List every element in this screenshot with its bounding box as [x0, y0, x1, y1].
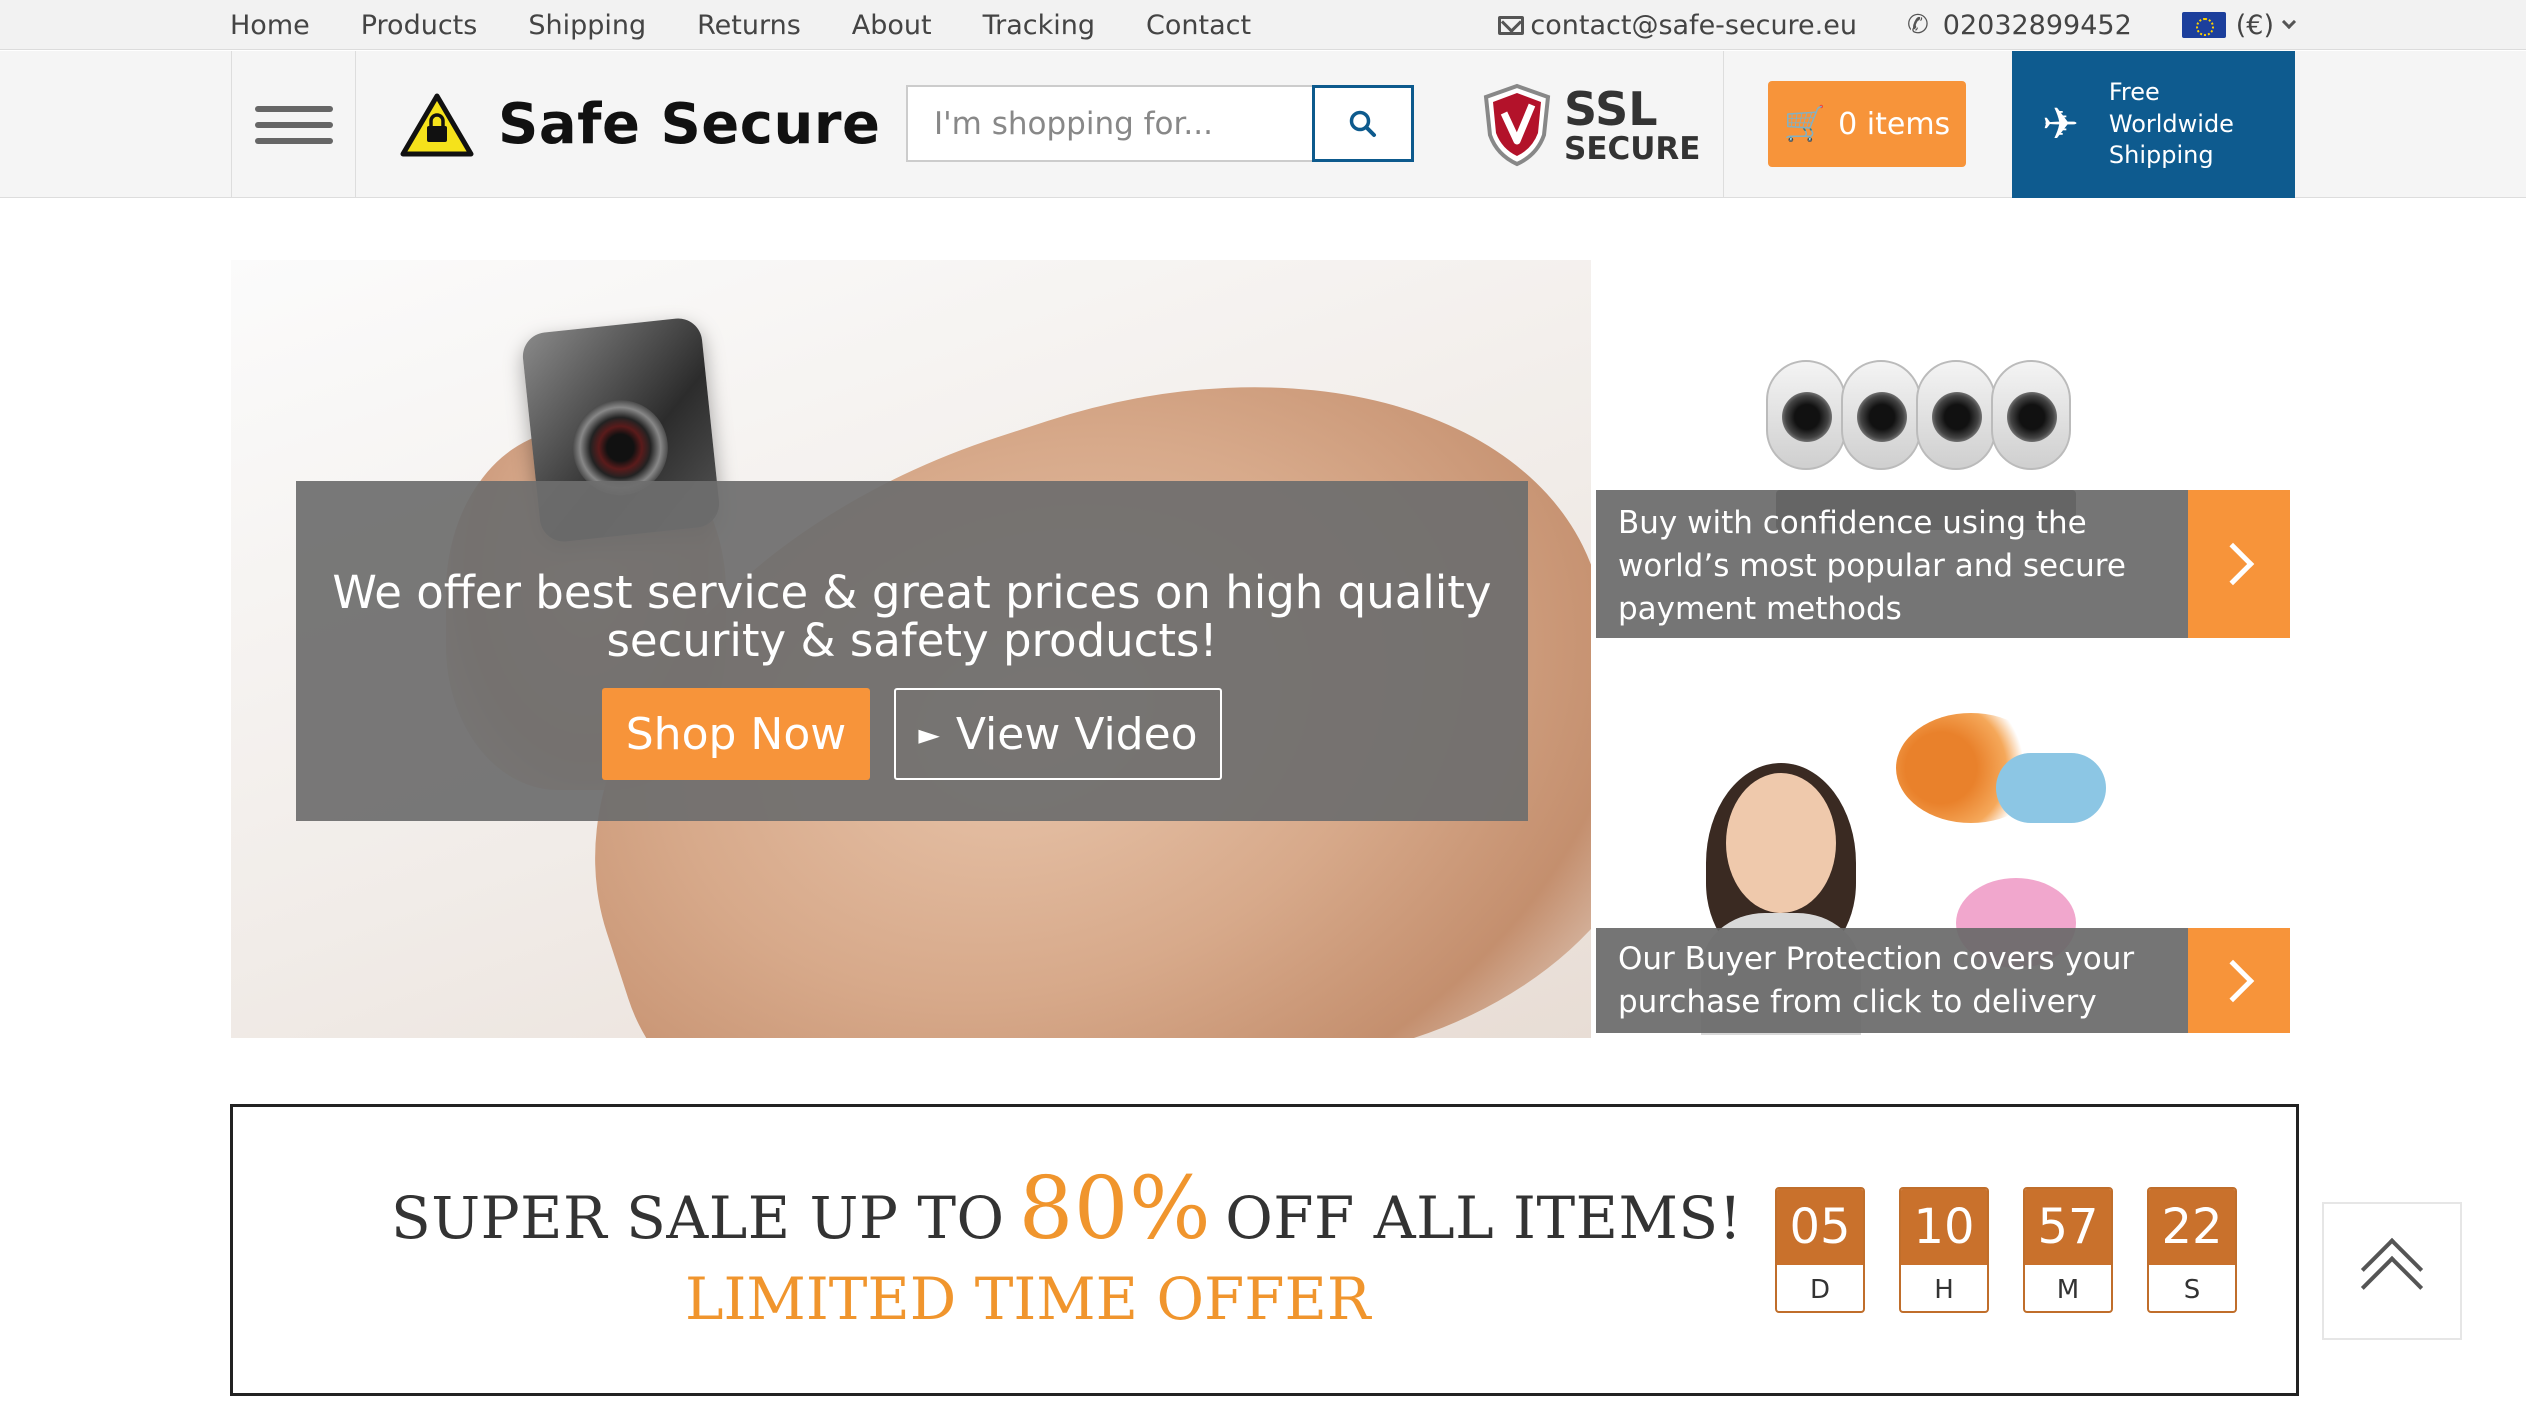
- camera-unit: [1916, 360, 1996, 470]
- shipping-line-2: Worldwide: [2108, 109, 2234, 138]
- sale-percent: 80%: [1018, 1159, 1212, 1259]
- countdown-timer: 05 D 10 H 57 M 22 S: [1775, 1187, 2237, 1313]
- side-arrow-button[interactable]: [2188, 490, 2290, 638]
- back-to-top-button[interactable]: [2322, 1202, 2462, 1340]
- camera-unit: [1841, 360, 1921, 470]
- side-caption: Our Buyer Protection covers your purchas…: [1596, 928, 2290, 1033]
- nav-about[interactable]: About: [852, 10, 932, 41]
- free-shipping-badge: ✈ Free Worldwide Shipping: [2012, 51, 2295, 198]
- ssl-big: SSL: [1564, 81, 1658, 136]
- hero-overlay: We offer best service & great prices on …: [296, 481, 1528, 821]
- header-divider: [1723, 51, 1724, 198]
- countdown-value: 05: [1777, 1189, 1863, 1265]
- side-caption-text: Our Buyer Protection covers your purchas…: [1618, 941, 2135, 1020]
- warning-lock-icon: [400, 93, 474, 156]
- nav-shipping[interactable]: Shipping: [528, 10, 646, 41]
- countdown-value: 57: [2025, 1189, 2111, 1265]
- shipping-line-3: Shipping: [2108, 141, 2214, 170]
- side-caption: Buy with confidence using the world’s mo…: [1596, 490, 2290, 638]
- back-to-top-icon: [2360, 1237, 2424, 1319]
- sale-headline: SUPER SALE UP TO 80% OFF ALL ITEMS!: [391, 1159, 1742, 1259]
- ssl-shield-icon: [1483, 83, 1551, 167]
- camera-lens: [1932, 392, 1982, 442]
- sale-prefix: SUPER SALE UP TO: [391, 1184, 1005, 1252]
- top-bar: Home Products Shipping Returns About Tra…: [0, 0, 2526, 50]
- hamburger-menu-button[interactable]: [231, 51, 356, 198]
- camera-unit: [1766, 360, 1846, 470]
- side-panel-payment[interactable]: Buy with confidence using the world’s mo…: [1596, 260, 2290, 638]
- countdown-label: M: [2056, 1275, 2080, 1305]
- hero-banner: We offer best service & great prices on …: [231, 260, 1591, 1038]
- countdown-value: 22: [2149, 1189, 2235, 1265]
- cart-label: 0 items: [1838, 106, 1951, 142]
- hero-buttons: Shop Now ► View Video: [296, 688, 1528, 780]
- phone-link[interactable]: ✆ 02032899452: [1907, 10, 2132, 41]
- cart-icon: 🛒: [1783, 104, 1827, 144]
- side-caption-text: Buy with confidence using the world’s mo…: [1618, 505, 2126, 627]
- nav-contact[interactable]: Contact: [1146, 10, 1251, 41]
- search-input[interactable]: [906, 85, 1312, 162]
- side-arrow-button[interactable]: [2188, 928, 2290, 1033]
- shipping-line-1: Free: [2108, 77, 2160, 106]
- chevron-down-icon: [2281, 14, 2297, 30]
- ssl-small: SECURE: [1564, 130, 1701, 167]
- top-contact: contact@safe-secure.eu ✆ 02032899452 (€): [1498, 0, 2297, 50]
- main-header: Safe Secure SSL SECURE 🛒 0 items ✈ Free …: [0, 51, 2526, 198]
- camera-unit: [1991, 360, 2071, 470]
- ssl-badge: SSL SECURE: [1482, 79, 1700, 171]
- countdown-label: H: [1934, 1275, 1954, 1305]
- alarm-keychain-image: [1996, 753, 2106, 823]
- ssl-text: SSL SECURE: [1564, 86, 1700, 165]
- sale-suffix: OFF ALL ITEMS!: [1225, 1184, 1743, 1252]
- nav-returns[interactable]: Returns: [697, 10, 801, 41]
- camera-lens: [1857, 392, 1907, 442]
- countdown-seconds: 22 S: [2147, 1187, 2237, 1313]
- camera-lens: [1782, 392, 1832, 442]
- nav-tracking[interactable]: Tracking: [983, 10, 1095, 41]
- site-logo[interactable]: Safe Secure: [400, 51, 880, 198]
- top-nav: Home Products Shipping Returns About Tra…: [230, 0, 1302, 50]
- logo-text: Safe Secure: [498, 92, 881, 157]
- sale-subline: LIMITED TIME OFFER: [685, 1265, 1371, 1333]
- countdown-days: 05 D: [1775, 1187, 1865, 1313]
- phone-icon: ✆: [1906, 10, 1929, 40]
- countdown-label: S: [2183, 1275, 2201, 1305]
- shop-now-button[interactable]: Shop Now: [602, 688, 870, 780]
- email-text: contact@safe-secure.eu: [1530, 9, 1857, 41]
- hero-message: We offer best service & great prices on …: [332, 566, 1492, 668]
- countdown-hours: 10 H: [1899, 1187, 1989, 1313]
- currency-selector[interactable]: (€): [2181, 9, 2297, 41]
- phone-text: 02032899452: [1942, 9, 2132, 41]
- shipping-text: Free Worldwide Shipping: [2109, 77, 2234, 173]
- woman-head: [1726, 773, 1836, 913]
- nav-products[interactable]: Products: [361, 10, 478, 41]
- cart-button[interactable]: 🛒 0 items: [1768, 81, 1966, 167]
- side-panel-protection[interactable]: Our Buyer Protection covers your purchas…: [1596, 643, 2290, 1035]
- countdown-minutes: 57 M: [2023, 1187, 2113, 1313]
- view-video-button[interactable]: ► View Video: [894, 688, 1222, 780]
- countdown-value: 10: [1901, 1189, 1987, 1265]
- camera-lens: [2007, 392, 2057, 442]
- nav-home[interactable]: Home: [230, 10, 310, 41]
- hamburger-line: [254, 121, 333, 128]
- search-icon: [1349, 110, 1376, 137]
- search-button[interactable]: [1312, 85, 1414, 162]
- hamburger-line: [254, 137, 333, 144]
- currency-text: (€): [2235, 9, 2274, 41]
- envelope-icon: [1498, 15, 1525, 35]
- sale-banner: SUPER SALE UP TO 80% OFF ALL ITEMS! LIMI…: [230, 1104, 2299, 1396]
- chevron-right-icon: [2211, 959, 2255, 1002]
- countdown-label: D: [1809, 1275, 1831, 1305]
- chevron-right-icon: [2211, 542, 2255, 586]
- view-video-label: View Video: [955, 708, 1198, 760]
- search-bar: [906, 85, 1414, 162]
- plane-icon: ✈: [2042, 99, 2079, 150]
- play-icon: ►: [918, 717, 940, 751]
- eu-flag-icon: [2181, 12, 2226, 38]
- hamburger-icon: [254, 105, 333, 112]
- email-link[interactable]: contact@safe-secure.eu: [1498, 10, 1857, 41]
